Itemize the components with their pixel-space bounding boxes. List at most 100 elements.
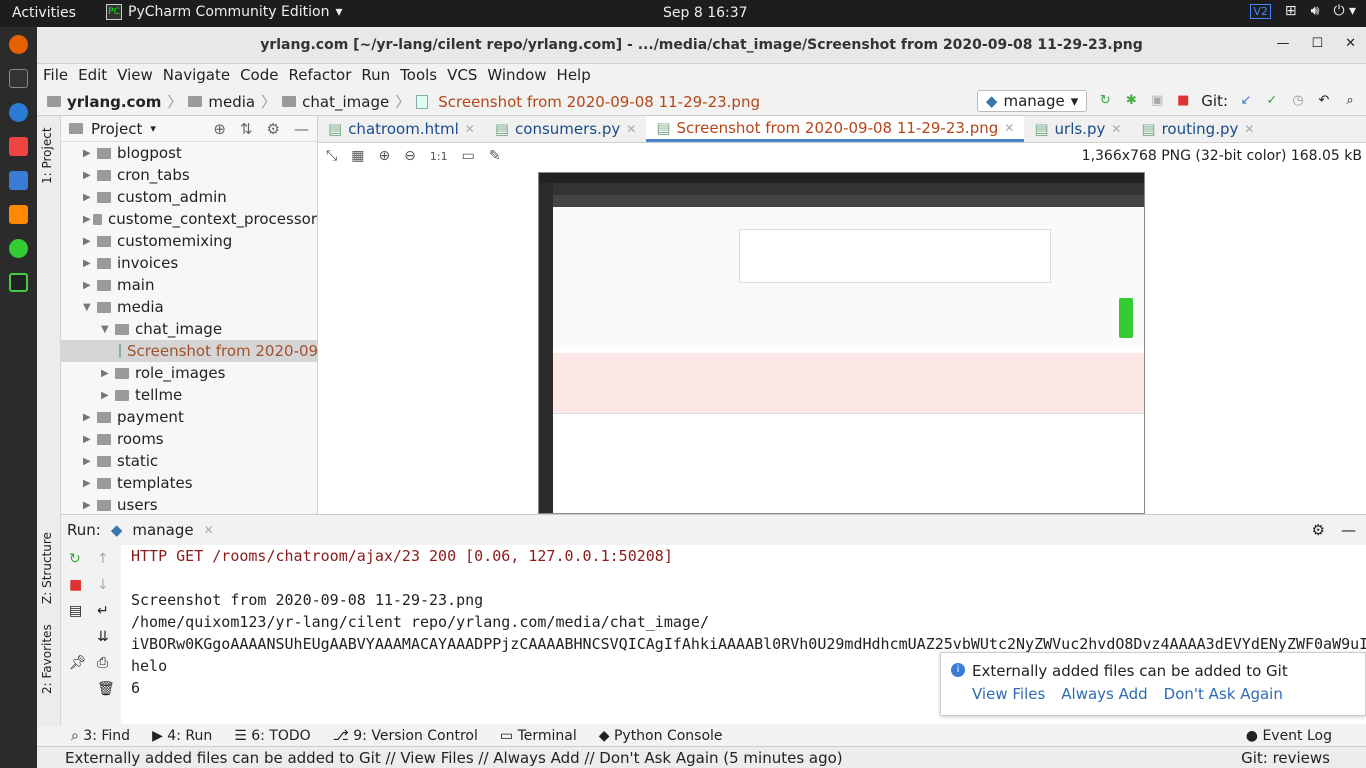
chevron-right-icon[interactable]: ▶: [83, 500, 97, 511]
editor-tab[interactable]: ▤ chatroom.html ✕: [318, 116, 485, 142]
hide-icon[interactable]: —: [294, 120, 309, 138]
breadcrumb-root[interactable]: yrlang.com: [67, 93, 161, 111]
chevron-down-icon[interactable]: ▼: [101, 324, 115, 335]
breadcrumb-media[interactable]: media: [208, 93, 255, 111]
tree-item[interactable]: ▶ templates: [61, 472, 317, 494]
layout-icon[interactable]: ▤: [69, 603, 82, 619]
editor-tab[interactable]: ▤ urls.py ✕: [1024, 116, 1131, 142]
chevron-right-icon[interactable]: ▶: [83, 456, 97, 467]
tab-event-log[interactable]: ● Event Log: [1246, 728, 1332, 744]
clock[interactable]: Sep 8 16:37: [663, 5, 748, 21]
locate-icon[interactable]: ⊕: [213, 120, 226, 138]
zoom-in-icon[interactable]: ⊕: [378, 148, 390, 164]
menu-view[interactable]: View: [111, 64, 157, 86]
scroll-end-icon[interactable]: ⇊: [97, 629, 109, 645]
menu-navigate[interactable]: Navigate: [157, 64, 234, 86]
close-icon[interactable]: ✕: [204, 523, 214, 537]
calc-icon[interactable]: [9, 137, 28, 156]
editor-tab[interactable]: ▤ routing.py ✕: [1131, 116, 1264, 142]
editor-tab[interactable]: ▤ consumers.py ✕: [485, 116, 647, 142]
debug-icon[interactable]: ✱: [1123, 93, 1139, 109]
git-commit-icon[interactable]: ✓: [1264, 93, 1280, 109]
terminal-icon[interactable]: [9, 69, 28, 88]
project-tool-tab[interactable]: 1: Project: [40, 127, 54, 184]
stop-icon[interactable]: ■: [1175, 93, 1191, 109]
dont-ask-again-link[interactable]: Don't Ask Again: [1164, 685, 1283, 703]
editor-tab[interactable]: ▤ Screenshot from 2020-09-08 11-29-23.png…: [646, 116, 1025, 142]
pycharm-dock-icon[interactable]: [9, 273, 28, 292]
hide-icon[interactable]: —: [1341, 521, 1356, 539]
git-update-icon[interactable]: ↙: [1238, 93, 1254, 109]
tab-find[interactable]: ⌕ 3: Find: [71, 728, 130, 744]
down-icon[interactable]: ↓: [97, 577, 109, 593]
sublime-icon[interactable]: [9, 205, 28, 224]
actual-size-icon[interactable]: 1:1: [430, 150, 448, 163]
project-title[interactable]: Project: [91, 120, 142, 138]
soft-wrap-icon[interactable]: ↵: [97, 603, 109, 619]
rollback-icon[interactable]: ↶: [1316, 93, 1332, 109]
tree-item[interactable]: ▶ payment: [61, 406, 317, 428]
chevron-right-icon[interactable]: ▶: [83, 148, 97, 159]
search-icon[interactable]: ⌕: [1342, 93, 1358, 109]
trash-icon[interactable]: 🗑︎: [97, 681, 115, 697]
breadcrumb-chat-image[interactable]: chat_image: [302, 93, 389, 111]
chevron-right-icon[interactable]: ▶: [101, 390, 115, 401]
tree-item[interactable]: Screenshot from 2020-09: [61, 340, 317, 362]
chevron-right-icon[interactable]: ▶: [83, 236, 97, 247]
history-icon[interactable]: ◷: [1290, 93, 1306, 109]
always-add-link[interactable]: Always Add: [1061, 685, 1147, 703]
tree-item[interactable]: ▶ invoices: [61, 252, 317, 274]
menu-file[interactable]: File: [37, 64, 72, 86]
power-icon[interactable]: ⏻ ▾: [1333, 3, 1356, 19]
print-icon[interactable]: ⎙: [97, 655, 108, 671]
menu-run[interactable]: Run: [355, 64, 394, 86]
tree-item[interactable]: ▶ main: [61, 274, 317, 296]
chevron-right-icon[interactable]: ▶: [83, 412, 97, 423]
volume-icon[interactable]: 🔊︎: [1311, 3, 1320, 19]
gear-icon[interactable]: ⚙: [1312, 521, 1325, 539]
structure-tool-tab[interactable]: Z: Structure: [40, 532, 54, 604]
tree-item[interactable]: ▶ cron_tabs: [61, 164, 317, 186]
run-config-select[interactable]: ◆ manage ▾: [976, 90, 1088, 112]
tree-item[interactable]: ▶ blogpost: [61, 142, 317, 164]
tree-item[interactable]: ▼ media: [61, 296, 317, 318]
menu-refactor[interactable]: Refactor: [282, 64, 355, 86]
menu-window[interactable]: Window: [481, 64, 550, 86]
close-icon[interactable]: ✕: [1111, 122, 1121, 136]
app-menu[interactable]: PC PyCharm Community Edition ▾: [106, 4, 343, 20]
stop-icon[interactable]: ■: [69, 577, 82, 593]
firefox-icon[interactable]: [9, 35, 28, 54]
chevron-right-icon[interactable]: ▶: [83, 214, 93, 225]
tree-item[interactable]: ▶ rooms: [61, 428, 317, 450]
chevron-down-icon[interactable]: ▼: [83, 302, 97, 313]
tab-terminal[interactable]: ▭ Terminal: [500, 728, 577, 744]
run-tab-manage[interactable]: manage: [132, 521, 193, 539]
system-tray[interactable]: V2 ⊞ 🔊︎ ⏻ ▾: [1250, 3, 1356, 19]
close-icon[interactable]: ✕: [1244, 122, 1254, 136]
menu-code[interactable]: Code: [234, 64, 282, 86]
tree-item[interactable]: ▶ users: [61, 494, 317, 516]
chevron-right-icon[interactable]: ▶: [83, 258, 97, 269]
breadcrumb-file[interactable]: Screenshot from 2020-09-08 11-29-23.png: [438, 93, 760, 111]
fit-window-icon[interactable]: ▭: [462, 148, 475, 164]
rerun-icon[interactable]: ↻: [1097, 93, 1113, 109]
color-picker-icon[interactable]: ✎: [489, 148, 501, 164]
chevron-right-icon[interactable]: ▶: [83, 192, 97, 203]
tree-item[interactable]: ▼ chat_image: [61, 318, 317, 340]
tree-item[interactable]: ▶ custome_context_processor: [61, 208, 317, 230]
tree-item[interactable]: ▶ static: [61, 450, 317, 472]
pin-icon[interactable]: 📌︎: [69, 655, 87, 671]
menu-vcs[interactable]: VCS: [441, 64, 481, 86]
coverage-icon[interactable]: ▣: [1149, 93, 1165, 109]
tree-item[interactable]: ▶ role_images: [61, 362, 317, 384]
rerun-icon[interactable]: ↻: [69, 551, 81, 567]
tree-item[interactable]: ▶ custom_admin: [61, 186, 317, 208]
close-icon[interactable]: ✕: [465, 122, 475, 136]
network-icon[interactable]: ⊞: [1285, 3, 1297, 19]
chevron-right-icon[interactable]: ▶: [83, 280, 97, 291]
zoom-out-icon[interactable]: ⊖: [404, 148, 416, 164]
tree-item[interactable]: ▶ customemixing: [61, 230, 317, 252]
chevron-right-icon[interactable]: ▶: [83, 434, 97, 445]
tab-todo[interactable]: ☰ 6: TODO: [234, 728, 310, 744]
git-branch[interactable]: Git: reviews: [1241, 749, 1366, 767]
